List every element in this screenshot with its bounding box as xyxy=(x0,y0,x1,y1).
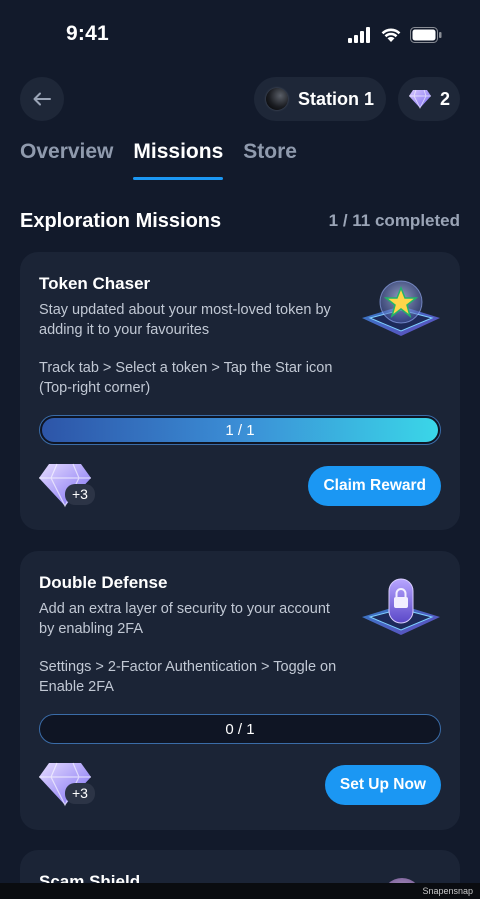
mission-description: Add an extra layer of security to your a… xyxy=(39,601,330,637)
gem-balance[interactable]: 2 xyxy=(398,77,460,121)
mission-steps: Track tab > Select a token > Tap the Sta… xyxy=(39,360,333,396)
back-button[interactable] xyxy=(20,77,64,121)
top-bar: Station 1 2 xyxy=(20,77,460,121)
arrow-left-icon xyxy=(33,92,51,106)
watermark: Snapensnap xyxy=(422,886,473,896)
lock-icon xyxy=(362,578,440,635)
gem-count: 2 xyxy=(439,88,450,109)
claim-reward-button[interactable]: Claim Reward xyxy=(308,466,441,506)
reward: +3 xyxy=(37,761,101,813)
mission-title: Double Defense xyxy=(39,573,168,592)
footer-bar: Snapensnap xyxy=(0,883,480,899)
station-selector[interactable]: Station 1 xyxy=(253,77,386,121)
reward-amount: +3 xyxy=(65,783,95,804)
status-time: 9:41 xyxy=(66,22,109,45)
mission-title: Token Chaser xyxy=(39,274,151,293)
section-header: Exploration Missions 1 / 11 completed xyxy=(20,206,460,236)
reward: +3 xyxy=(37,462,101,514)
tab-overview[interactable]: Overview xyxy=(20,140,113,180)
mission-card: Token Chaser Stay updated about your mos… xyxy=(20,252,460,530)
mission-steps: Settings > 2-Factor Authentication > Tog… xyxy=(39,659,337,695)
set-up-now-button[interactable]: Set Up Now xyxy=(324,765,441,805)
status-icons xyxy=(348,26,442,43)
reward-amount: +3 xyxy=(65,484,95,505)
signal-icon xyxy=(348,26,370,43)
planet-icon xyxy=(265,88,288,110)
battery-icon xyxy=(410,26,442,43)
status-bar: 9:41 xyxy=(0,0,480,72)
progress-text: 0 / 1 xyxy=(225,720,255,738)
tab-missions[interactable]: Missions xyxy=(133,140,223,180)
completion-count: 1 / 11 completed xyxy=(328,211,460,230)
section-title: Exploration Missions xyxy=(20,209,222,232)
tab-store[interactable]: Store xyxy=(243,140,297,180)
tab-bar: Overview Missions Store xyxy=(20,140,297,182)
mission-card: Double Defense Add an extra layer of sec… xyxy=(20,551,460,830)
wifi-icon xyxy=(381,28,401,42)
diamond-icon xyxy=(408,89,431,109)
mission-description: Stay updated about your most-loved token… xyxy=(39,302,331,338)
progress-bar: 1 / 1 xyxy=(39,415,441,445)
progress-text: 1 / 1 xyxy=(225,421,255,439)
station-label: Station 1 xyxy=(297,88,374,109)
progress-bar: 0 / 1 xyxy=(39,714,441,744)
star-icon xyxy=(362,280,440,336)
